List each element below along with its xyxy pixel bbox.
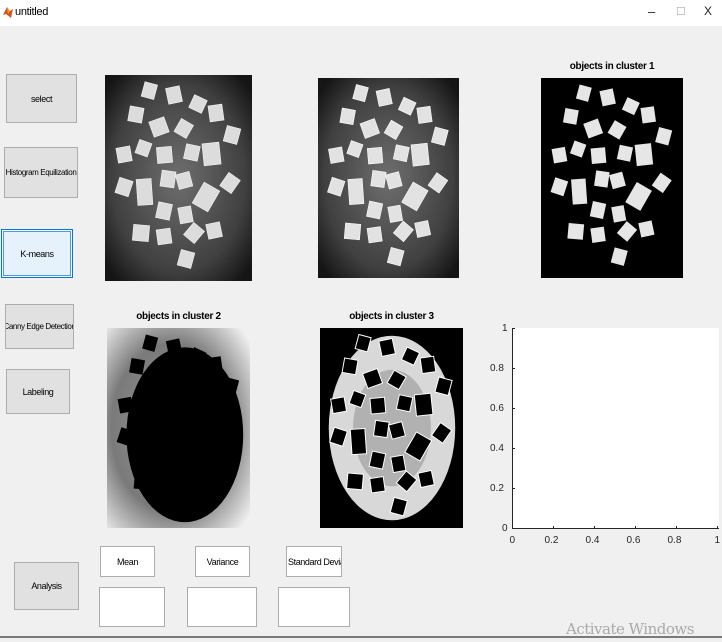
cluster2-title: objects in cluster 2 xyxy=(136,311,221,322)
close-icon[interactable]: X xyxy=(704,4,712,18)
kmeans-button[interactable]: K-means xyxy=(1,229,73,278)
window-title: untitled xyxy=(15,6,49,18)
window-bottom-border xyxy=(0,636,722,638)
y-tick-label: 0.8 xyxy=(490,362,504,374)
empty-axes xyxy=(512,328,719,529)
matlab-app-icon xyxy=(3,7,13,18)
variance-value-field[interactable] xyxy=(187,587,257,627)
equalized-image xyxy=(318,78,459,278)
select-button[interactable]: select xyxy=(6,74,77,123)
cluster1-title: objects in cluster 1 xyxy=(569,61,655,72)
x-tick-label: 0.6 xyxy=(626,535,641,546)
minimize-icon[interactable]: – xyxy=(648,4,655,19)
y-tick-label: 0.4 xyxy=(490,442,504,454)
standard-deviation-value-field[interactable] xyxy=(278,587,350,627)
analysis-button[interactable]: Analysis xyxy=(14,562,79,610)
x-tick-label: 1 xyxy=(714,535,721,546)
x-tick-label: 0.2 xyxy=(544,535,559,546)
cluster3-image xyxy=(320,328,463,528)
original-image xyxy=(105,75,252,281)
mean-label: Mean xyxy=(100,546,155,577)
title-bar: untitled – ☐ X xyxy=(0,0,722,26)
canny-edge-detection-button[interactable]: Canny Edge Detection xyxy=(5,304,74,349)
cluster3-title: objects in cluster 3 xyxy=(349,311,434,322)
variance-label: Variance xyxy=(195,546,250,577)
y-tick-label: 0.2 xyxy=(490,482,504,494)
cluster2-image xyxy=(107,328,250,528)
x-tick-label: 0.8 xyxy=(667,535,682,546)
y-tick-label: 1 xyxy=(502,322,508,334)
cluster1-image xyxy=(541,78,683,278)
histogram-equalization-button[interactable]: Histogram Equilization xyxy=(4,147,78,198)
labeling-button[interactable]: Labeling xyxy=(6,369,70,414)
y-tick-label: 0.6 xyxy=(490,402,504,414)
x-tick-label: 0 xyxy=(509,535,516,546)
mean-value-field[interactable] xyxy=(99,587,165,627)
maximize-icon[interactable]: ☐ xyxy=(676,5,686,18)
x-tick-label: 0.4 xyxy=(585,535,600,546)
y-tick-label: 0 xyxy=(502,522,508,534)
standard-deviation-label: Standard Deviation xyxy=(286,546,342,577)
